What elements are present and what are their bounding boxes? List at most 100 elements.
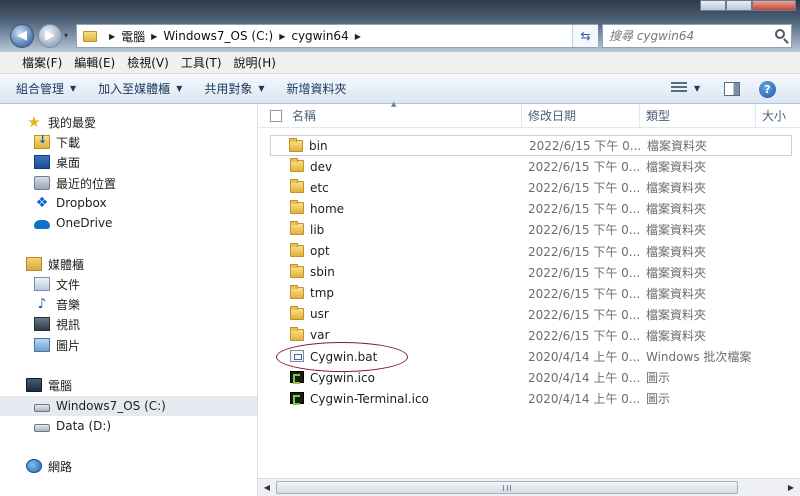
sidebar-item-downloads[interactable]: 下載 — [0, 132, 257, 152]
file-row-folder[interactable]: etc 2022/6/15 下午 0... 檔案資料夾 — [258, 177, 800, 198]
desktop-icon — [34, 155, 50, 169]
file-row-ico[interactable]: Cygwin-Terminal.ico 2020/4/14 上午 0... 圖示 — [258, 388, 800, 409]
sidebar-group-libraries[interactable]: 媒體櫃 — [0, 254, 257, 274]
sidebar-item-drive-c[interactable]: Windows7_OS (C:) — [0, 396, 257, 416]
sidebar-item-drive-d[interactable]: Data (D:) — [0, 416, 257, 436]
maximize-button[interactable] — [726, 0, 752, 11]
sidebar-item-label: 視訊 — [56, 317, 81, 332]
sidebar-group-favorites[interactable]: ★ 我的最愛 — [0, 112, 257, 132]
menu-tools[interactable]: 工具(T) — [175, 54, 228, 71]
share-with-label: 共用對象 — [204, 82, 253, 96]
add-to-library-button[interactable]: 加入至媒體櫃 ▼ — [98, 80, 182, 97]
chevron-right-icon[interactable]: ▶ — [279, 32, 285, 41]
sidebar-item-recent-places[interactable]: 最近的位置 — [0, 173, 257, 193]
share-with-button[interactable]: 共用對象 ▼ — [204, 80, 264, 97]
search-icon[interactable] — [775, 29, 785, 39]
chevron-down-icon[interactable]: ▼ — [694, 84, 700, 93]
organize-button[interactable]: 組合管理 ▼ — [16, 80, 76, 97]
close-button[interactable] — [752, 0, 796, 11]
pictures-icon — [34, 338, 50, 352]
file-date: 2022/6/15 下午 0... — [528, 244, 641, 259]
file-row-folder[interactable]: home 2022/6/15 下午 0... 檔案資料夾 — [258, 198, 800, 219]
file-row-folder[interactable]: lib 2022/6/15 下午 0... 檔案資料夾 — [258, 219, 800, 240]
file-date: 2022/6/15 下午 0... — [528, 181, 641, 196]
sidebar-item-videos[interactable]: 視訊 — [0, 314, 257, 334]
sidebar-item-desktop[interactable]: 桌面 — [0, 152, 257, 172]
sidebar-group-label: 電腦 — [48, 378, 73, 393]
file-row-folder[interactable]: opt 2022/6/15 下午 0... 檔案資料夾 — [258, 241, 800, 262]
sidebar-item-documents[interactable]: 文件 — [0, 274, 257, 294]
video-icon — [34, 317, 50, 331]
column-header-size[interactable]: 大小 — [756, 104, 800, 128]
sidebar-item-label: Data (D:) — [56, 419, 112, 433]
chevron-right-icon[interactable]: ▶ — [151, 32, 157, 41]
folder-icon — [290, 326, 304, 341]
menu-help[interactable]: 說明(H) — [228, 54, 282, 71]
recent-pages-dropdown[interactable]: ▾ — [64, 31, 68, 40]
sidebar-item-label: 最近的位置 — [56, 176, 117, 191]
sidebar-group-network[interactable]: 網路 — [0, 456, 257, 476]
file-name: etc — [310, 180, 329, 195]
file-name: var — [310, 328, 330, 343]
file-row-folder[interactable]: tmp 2022/6/15 下午 0... 檔案資料夾 — [258, 283, 800, 304]
scroll-right-icon[interactable]: ▶ — [784, 481, 798, 494]
file-row-folder[interactable]: sbin 2022/6/15 下午 0... 檔案資料夾 — [258, 262, 800, 283]
file-date: 2022/6/15 下午 0... — [528, 202, 641, 217]
file-name: bin — [309, 138, 328, 153]
sidebar-item-music[interactable]: ♪ 音樂 — [0, 294, 257, 314]
file-type: 檔案資料夾 — [646, 160, 707, 175]
breadcrumb-folder[interactable]: cygwin64 — [291, 29, 348, 43]
preview-pane-icon[interactable] — [724, 82, 740, 96]
column-header-type[interactable]: 類型 — [640, 104, 756, 128]
new-folder-button[interactable]: 新增資料夾 — [287, 80, 347, 97]
search-input[interactable] — [609, 29, 769, 43]
music-note-icon: ♪ — [37, 296, 47, 312]
file-name: dev — [310, 159, 333, 174]
menu-edit[interactable]: 編輯(E) — [68, 54, 121, 71]
sidebar-item-dropbox[interactable]: ❖ Dropbox — [0, 193, 257, 213]
refresh-icon[interactable]: ⇆ — [572, 25, 598, 47]
minimize-button[interactable] — [700, 0, 726, 11]
horizontal-scrollbar[interactable]: ◀ ▶ — [258, 478, 800, 496]
library-icon — [26, 257, 42, 271]
file-type: 檔案資料夾 — [646, 223, 707, 238]
address-bar[interactable]: ▶ 電腦 ▶ Windows7_OS (C:) ▶ cygwin64 ▶ ▾ — [76, 24, 598, 48]
file-row-folder[interactable]: usr 2022/6/15 下午 0... 檔案資料夾 — [258, 304, 800, 325]
forward-button[interactable]: ▶ — [38, 24, 62, 48]
file-name: sbin — [310, 265, 335, 280]
sidebar-group-label: 媒體櫃 — [48, 257, 85, 272]
file-date: 2022/6/15 下午 0... — [528, 328, 641, 343]
sidebar-item-label: 圖片 — [56, 338, 81, 353]
menu-view[interactable]: 檢視(V) — [121, 54, 175, 71]
breadcrumb-drive[interactable]: Windows7_OS (C:) — [163, 29, 273, 43]
view-options-icon[interactable] — [671, 82, 687, 96]
file-row-folder[interactable]: dev 2022/6/15 下午 0... 檔案資料夾 — [258, 156, 800, 177]
scrollbar-thumb[interactable] — [276, 481, 738, 494]
file-name: tmp — [310, 286, 335, 301]
folder-icon — [290, 158, 304, 173]
star-icon: ★ — [27, 113, 41, 131]
sidebar-group-computer[interactable]: 電腦 — [0, 375, 257, 395]
file-type: 圖示 — [646, 371, 671, 386]
menu-file[interactable]: 檔案(F) — [16, 54, 68, 71]
computer-icon — [26, 378, 42, 392]
scroll-left-icon[interactable]: ◀ — [260, 481, 274, 494]
back-button[interactable]: ◀ — [10, 24, 34, 48]
column-header-date[interactable]: 修改日期 — [522, 104, 640, 128]
annotation-ellipse — [276, 342, 408, 372]
sidebar-item-onedrive[interactable]: OneDrive — [0, 213, 257, 233]
search-box[interactable] — [602, 24, 792, 48]
documents-icon — [34, 277, 50, 291]
breadcrumb-computer[interactable]: 電腦 — [121, 28, 145, 45]
folder-icon — [290, 284, 304, 299]
column-header-name[interactable]: 名稱 — [286, 104, 522, 128]
folder-icon — [83, 30, 97, 42]
file-type: 檔案資料夾 — [647, 139, 708, 153]
select-all-checkbox[interactable] — [270, 110, 282, 122]
chevron-right-icon[interactable]: ▶ — [355, 32, 361, 41]
chevron-right-icon[interactable]: ▶ — [109, 32, 115, 41]
sidebar-item-pictures[interactable]: 圖片 — [0, 335, 257, 355]
file-row-folder[interactable]: bin 2022/6/15 下午 0... 檔案資料夾 — [270, 135, 792, 156]
folder-icon — [290, 200, 304, 215]
help-icon[interactable]: ? — [759, 81, 776, 98]
